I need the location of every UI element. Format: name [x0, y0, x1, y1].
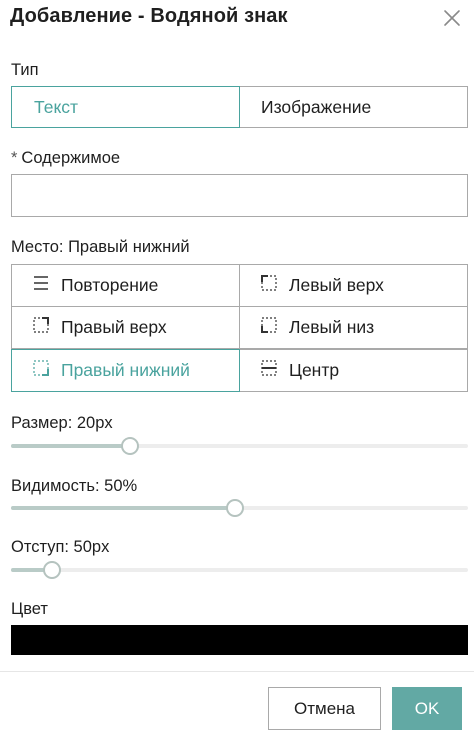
required-marker: * — [11, 149, 18, 167]
offset-slider-thumb[interactable] — [43, 561, 62, 579]
content-label: * Содержимое — [11, 149, 120, 168]
type-text-option[interactable]: Текст — [11, 86, 240, 128]
position-top-right-option[interactable]: Правый верх — [11, 306, 240, 349]
position-top-left-label: Левый верх — [289, 275, 384, 295]
position-repeat-label: Повторение — [61, 275, 159, 295]
type-text-label: Текст — [34, 96, 79, 117]
content-input[interactable] — [11, 174, 468, 217]
position-bottom-left-option[interactable]: Левый низ — [239, 306, 468, 349]
opacity-label: Видимость: 50% — [11, 477, 138, 495]
footer-divider — [0, 671, 474, 672]
color-swatch[interactable] — [11, 625, 468, 655]
opacity-slider-thumb[interactable] — [225, 499, 244, 517]
type-label: Тип — [11, 61, 39, 79]
position-top-left-option[interactable]: Левый верх — [239, 264, 468, 307]
bottom-left-corner-icon — [259, 315, 279, 340]
size-slider[interactable] — [11, 436, 468, 456]
watermark-dialog: Добавление - Водяной знак Тип Текст Изоб… — [0, 0, 474, 738]
position-center-label: Центр — [289, 360, 340, 380]
type-image-option[interactable]: Изображение — [239, 86, 468, 128]
offset-slider[interactable] — [11, 560, 468, 580]
offset-slider-track — [11, 568, 468, 572]
size-slider-fill — [11, 444, 130, 448]
opacity-slider-fill — [11, 506, 235, 510]
center-icon — [259, 358, 279, 383]
type-image-label: Изображение — [261, 96, 372, 117]
content-label-text: Содержимое — [21, 149, 121, 167]
color-label: Цвет — [11, 600, 48, 618]
cancel-button[interactable]: Отмена — [268, 687, 381, 730]
bottom-right-corner-icon — [31, 358, 51, 383]
top-left-corner-icon — [259, 273, 279, 298]
position-bottom-left-label: Левый низ — [289, 317, 375, 337]
ok-button[interactable]: OK — [392, 687, 462, 730]
position-repeat-option[interactable]: Повторение — [11, 264, 240, 307]
opacity-slider[interactable] — [11, 498, 468, 518]
position-top-right-label: Правый верх — [61, 317, 167, 337]
close-icon[interactable] — [440, 6, 464, 30]
dialog-title: Добавление - Водяной знак — [10, 5, 288, 27]
position-center-option[interactable]: Центр — [239, 349, 468, 392]
size-slider-thumb[interactable] — [120, 437, 139, 455]
position-label: Место: Правый нижний — [11, 238, 190, 256]
size-label: Размер: 20px — [11, 414, 113, 432]
repeat-icon — [31, 274, 51, 297]
top-right-corner-icon — [31, 315, 51, 340]
position-bottom-right-option[interactable]: Правый нижний — [11, 349, 240, 392]
offset-label: Отступ: 50px — [11, 538, 110, 556]
position-bottom-right-label: Правый нижний — [61, 360, 190, 380]
